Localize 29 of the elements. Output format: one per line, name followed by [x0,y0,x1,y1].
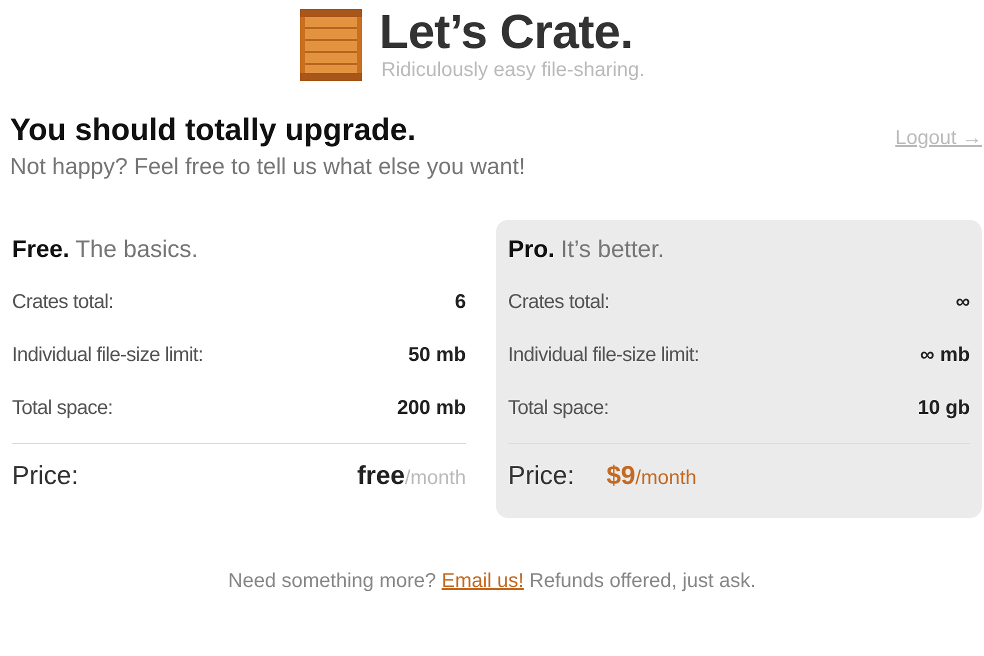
footer-text: Need something more? Email us! Refunds offered, just ask. [227,570,757,593]
price-period: /month [635,466,697,488]
feature-value: 200 mb [397,397,466,420]
email-link[interactable]: Email us! [442,570,524,592]
feature-value: 10 gb [918,397,970,420]
brand-tagline: Ridiculously easy file-sharing. [381,58,645,82]
feature-value: 6 [454,291,466,314]
plan-name: Pro. [508,236,555,264]
price-value: free [357,460,405,490]
feature-label: Total space: [12,397,113,420]
crate-icon [299,8,364,82]
page-heading: You should totally upgrade. [10,112,417,148]
feature-value: ∞ mb [920,344,970,367]
feature-label: Crates total: [12,291,114,314]
page-subheading: Not happy? Feel free to tell us what else you want! [10,152,526,180]
feature-label: Total space: [508,397,609,420]
brand-title: Let’s Crate. [379,8,634,58]
plan-tagline: The basics. [75,236,198,264]
price-label: Price: [12,460,78,490]
price-value: $9 [606,460,636,490]
plan-name: Free. [12,236,70,264]
feature-value: ∞ [956,291,970,314]
price-period: /month [404,466,466,488]
price-label: Price: [508,460,574,490]
feature-label: Crates total: [508,291,610,314]
feature-value: 50 mb [408,344,466,367]
plan-tagline: It’s better. [560,236,664,264]
feature-label: Individual file-size limit: [508,344,700,367]
feature-label: Individual file-size limit: [12,344,204,367]
